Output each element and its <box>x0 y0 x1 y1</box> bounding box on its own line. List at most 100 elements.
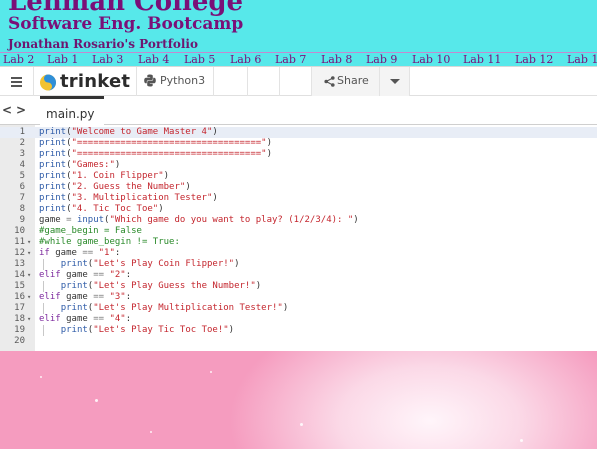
code-text: elif game == "3": <box>39 292 132 302</box>
language-selector[interactable]: Python3 <box>136 67 214 96</box>
nav-link-lab-10[interactable]: Lab 10 <box>412 53 450 66</box>
line-number: 6 <box>19 182 25 192</box>
code-line[interactable]: 17 print("Let's Play Multiplication Test… <box>0 303 597 314</box>
code-line[interactable]: 11 ▾ #while game_begin != True: <box>0 237 597 248</box>
code-line[interactable]: 16 ▾ elif game == "3": <box>0 292 597 303</box>
code-text: elif game == "2": <box>39 270 132 280</box>
line-number: 12 <box>14 248 25 258</box>
code-line[interactable]: 2 print("================================… <box>0 138 597 149</box>
nav-link-lab-6[interactable]: Lab 6 <box>230 53 261 66</box>
portfolio-title: Jonathan Rosario's Portfolio <box>8 37 198 51</box>
fold-toggle-icon[interactable]: ▾ <box>27 237 31 248</box>
code-line[interactable]: 1 print("Welcome to Game Master 4") <box>0 127 597 138</box>
code-text: game = input("Which game do you want to … <box>39 215 359 225</box>
trinket-logo-icon <box>40 74 56 91</box>
share-button[interactable]: Share <box>311 67 380 96</box>
code-text: print("3. Multiplication Tester") <box>39 193 218 203</box>
code-line[interactable]: 12 ▾ if game == "1": <box>0 248 597 259</box>
line-number: 2 <box>19 138 25 148</box>
fold-toggle-icon[interactable]: ▾ <box>27 292 31 303</box>
sparkle <box>40 376 42 378</box>
line-number: 20 <box>14 336 25 346</box>
sparkle <box>210 371 212 373</box>
code-text: if game == "1": <box>39 248 121 258</box>
code-line[interactable]: 3 print("================================… <box>0 149 597 160</box>
line-number: 15 <box>14 281 25 291</box>
trinket-brand-name: trinket <box>60 71 131 92</box>
course-title: Software Eng. Bootcamp <box>8 14 244 34</box>
fold-toggle-icon[interactable]: ▾ <box>27 270 31 281</box>
share-dropdown-button[interactable] <box>380 67 410 96</box>
nav-link-lab-1[interactable]: Lab 1 <box>47 53 78 66</box>
sparkle <box>520 439 523 442</box>
line-number: 14 <box>14 270 25 280</box>
next-file-button[interactable]: > <box>16 103 26 117</box>
line-number: 3 <box>19 149 25 159</box>
tab-main-py[interactable]: main.py <box>40 96 104 125</box>
code-text: print("=================================… <box>39 138 273 148</box>
code-line[interactable]: 5 print("1. Coin Flipper") <box>0 171 597 182</box>
code-line[interactable]: 7 print("3. Multiplication Tester") <box>0 193 597 204</box>
line-number: 18 <box>14 314 25 324</box>
code-text: #while game_begin != True: <box>39 237 180 247</box>
code-text: elif game == "4": <box>39 314 132 324</box>
trinket-embed: trinket Python3 Share < > main.py 1 prin… <box>0 66 597 352</box>
nav-link-lab-1-repeat[interactable]: Lab 1 <box>567 53 597 66</box>
code-line[interactable]: 13 print("Let's Play Coin Flipper!") <box>0 259 597 270</box>
nav-link-lab-5[interactable]: Lab 5 <box>184 53 215 66</box>
code-line[interactable]: 10 #game_begin = False <box>0 226 597 237</box>
prev-file-button[interactable]: < <box>2 103 12 117</box>
code-line[interactable]: 15 print("Let's Play Guess the Number!") <box>0 281 597 292</box>
code-text: print("2. Guess the Number") <box>39 182 191 192</box>
sparkle <box>300 423 303 426</box>
python-icon <box>144 74 156 87</box>
sparkle <box>95 399 98 402</box>
code-text: print("Games:") <box>39 160 121 170</box>
code-text: print("1. Coin Flipper") <box>39 171 170 181</box>
line-number: 19 <box>14 325 25 335</box>
caret-down-icon <box>390 79 400 84</box>
nav-link-lab-8[interactable]: Lab 8 <box>321 53 352 66</box>
line-number: 9 <box>19 215 25 225</box>
code-line[interactable]: 14 ▾ elif game == "2": <box>0 270 597 281</box>
background-decoration <box>0 351 597 449</box>
lab-nav: Lab 2 Lab 1 Lab 3 Lab 4 Lab 5 Lab 6 Lab … <box>0 52 597 66</box>
line-number: 17 <box>14 303 25 313</box>
code-line[interactable]: 8 print("4. Tic Toc Toe") <box>0 204 597 215</box>
code-text: print("Let's Play Multiplication Tester!… <box>60 303 289 313</box>
trinket-toolbar: trinket Python3 Share <box>0 67 597 96</box>
line-number: 10 <box>14 226 25 236</box>
nav-link-lab-2[interactable]: Lab 2 <box>3 53 34 66</box>
nav-link-lab-4[interactable]: Lab 4 <box>138 53 169 66</box>
language-label: Python3 <box>160 74 206 87</box>
menu-button[interactable] <box>0 67 34 96</box>
code-line[interactable]: 6 print("2. Guess the Number") <box>0 182 597 193</box>
toolbar-spacer <box>248 67 280 96</box>
code-text: print("Let's Play Coin Flipper!") <box>60 259 240 269</box>
nav-link-lab-12[interactable]: Lab 12 <box>515 53 553 66</box>
nav-link-lab-9[interactable]: Lab 9 <box>366 53 397 66</box>
code-line[interactable]: 19 print("Let's Play Tic Toc Toe!") <box>0 325 597 336</box>
code-line[interactable]: 20 <box>0 336 597 347</box>
file-tabbar: < > main.py <box>0 96 597 125</box>
site-header: Lehman College Software Eng. Bootcamp Jo… <box>0 0 597 52</box>
code-line[interactable]: 18 ▾ elif game == "4": <box>0 314 597 325</box>
fold-toggle-icon[interactable]: ▾ <box>27 314 31 325</box>
code-editor[interactable]: 1 print("Welcome to Game Master 4") 2 print… <box>0 125 597 352</box>
file-tab-label: main.py <box>46 107 95 121</box>
line-number: 11 <box>14 237 25 247</box>
code-line[interactable]: 4 print("Games:") <box>0 160 597 171</box>
nav-link-lab-11[interactable]: Lab 11 <box>463 53 501 66</box>
trinket-brand[interactable]: trinket <box>38 71 132 93</box>
code-line[interactable]: 9 game = input("Which game do you want to… <box>0 215 597 226</box>
line-number: 1 <box>19 127 25 137</box>
line-number: 16 <box>14 292 25 302</box>
line-number: 7 <box>19 193 25 203</box>
sparkle <box>150 431 152 433</box>
code-text: print("=================================… <box>39 149 273 159</box>
nav-link-lab-3[interactable]: Lab 3 <box>92 53 123 66</box>
fold-toggle-icon[interactable]: ▾ <box>27 248 31 259</box>
code-text: print("Welcome to Game Master 4") <box>39 127 218 137</box>
nav-link-lab-7[interactable]: Lab 7 <box>275 53 306 66</box>
share-icon <box>324 76 335 87</box>
